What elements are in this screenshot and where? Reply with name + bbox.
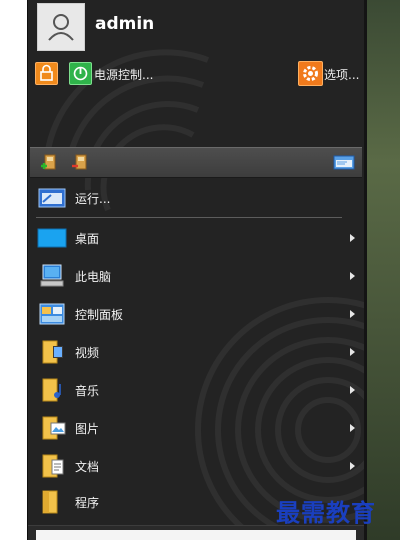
menu-item-desktop[interactable]: 桌面 [28, 220, 364, 256]
window-icon[interactable] [333, 154, 355, 171]
submenu-arrow-icon [350, 462, 355, 470]
power-control-label[interactable]: 电源控制... [94, 66, 153, 83]
run-icon [38, 188, 66, 208]
gear-icon [303, 66, 318, 81]
computer-icon [40, 264, 64, 287]
menu-item-pictures[interactable]: 图片 [28, 410, 364, 446]
desktop-background [367, 0, 400, 540]
menu-item-control-panel[interactable]: 控制面板 [28, 296, 364, 332]
menu-item-label: 此电脑 [75, 270, 112, 284]
menu-item-label: 音乐 [75, 384, 100, 398]
submenu-arrow-icon [350, 386, 355, 394]
menu-item-label: 控制面板 [75, 308, 124, 322]
menu-item-label: 图片 [75, 422, 100, 436]
menu-item-documents[interactable]: 文档 [28, 448, 364, 484]
toolbar [30, 147, 362, 178]
menu-item-label: 文档 [75, 460, 100, 474]
menu-item-label: 程序 [75, 496, 100, 510]
submenu-arrow-icon [350, 310, 355, 318]
add-shortcut-icon[interactable] [39, 153, 59, 173]
menu-item-label: 视频 [75, 346, 100, 360]
power-button[interactable] [69, 62, 92, 85]
documents-folder-icon [42, 454, 64, 478]
submenu-arrow-icon [350, 424, 355, 432]
menu-item-label: 桌面 [75, 232, 100, 246]
user-name: admin [95, 14, 155, 34]
lock-button[interactable] [35, 62, 58, 85]
submenu-arrow-icon [350, 348, 355, 356]
run-label: 运行... [75, 192, 111, 206]
video-folder-icon [42, 340, 63, 364]
user-icon [48, 14, 74, 41]
menu-item-music[interactable]: 音乐 [28, 372, 364, 408]
watermark-text: 最需教育 [276, 498, 376, 527]
options-button[interactable] [298, 61, 323, 86]
menu-item-this-pc[interactable]: 此电脑 [28, 258, 364, 294]
search-input[interactable] [36, 530, 356, 540]
desktop-left-strip [0, 0, 27, 540]
submenu-arrow-icon [350, 272, 355, 280]
music-folder-icon [42, 378, 61, 402]
options-label[interactable]: 选项... [324, 66, 359, 83]
submenu-arrow-icon [350, 234, 355, 242]
menu-separator [36, 217, 342, 218]
power-icon [73, 66, 88, 81]
lock-icon [40, 64, 53, 81]
remove-shortcut-icon[interactable] [70, 153, 90, 173]
menu-item-videos[interactable]: 视频 [28, 334, 364, 370]
pictures-folder-icon [42, 416, 66, 440]
run-item[interactable]: 运行... [28, 180, 364, 216]
programs-folder-icon [42, 490, 58, 514]
start-menu: admin 电源控制... 选项... 运行... 桌面 此电脑 控制面板 视频… [27, 0, 364, 540]
user-avatar[interactable] [37, 3, 85, 51]
desktop-icon [37, 228, 67, 248]
control-panel-icon [39, 303, 65, 325]
